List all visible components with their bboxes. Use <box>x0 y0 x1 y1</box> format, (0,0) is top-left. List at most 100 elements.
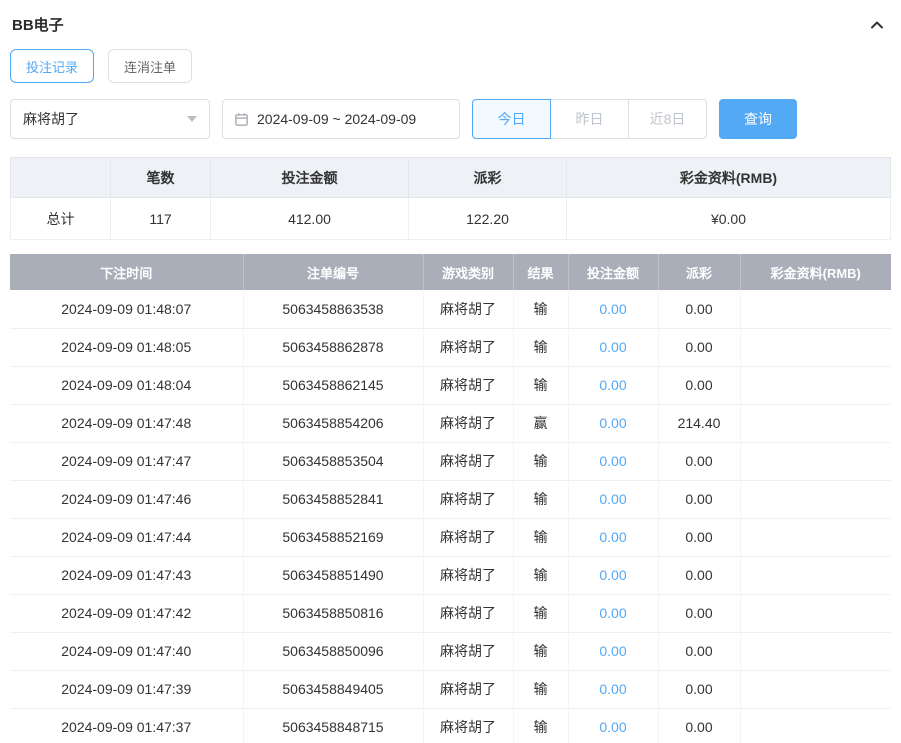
summary-total-row: 总计 117 412.00 122.20 ¥0.00 <box>10 197 891 240</box>
cell-order-no: 5063458848715 <box>243 708 424 743</box>
cell-jackpot <box>740 594 891 633</box>
col-header-bet-time: 下注时间 <box>10 254 244 290</box>
cell-bet-time: 2024-09-09 01:47:40 <box>10 632 244 671</box>
summary-header-jackpot: 彩金资料(RMB) <box>566 157 891 198</box>
bet-amount-link[interactable]: 0.00 <box>599 605 626 621</box>
col-header-payout: 派彩 <box>658 254 741 290</box>
bet-amount-link[interactable]: 0.00 <box>599 643 626 659</box>
table-row: 2024-09-09 01:47:43 5063458851490 麻将胡了 输… <box>10 556 891 595</box>
filter-bar: 麻将胡了 2024-09-09 ~ 2024-09-09 今日 昨日 近8日 查… <box>10 99 891 139</box>
bet-amount-link[interactable]: 0.00 <box>599 377 626 393</box>
tab-bet-records[interactable]: 投注记录 <box>10 49 95 83</box>
table-row: 2024-09-09 01:48:05 5063458862878 麻将胡了 输… <box>10 328 891 367</box>
cell-result: 输 <box>513 366 569 405</box>
game-select-value: 麻将胡了 <box>23 111 79 127</box>
summary-header-blank <box>10 157 111 198</box>
cell-payout: 0.00 <box>658 366 741 405</box>
cell-bet-amount: 0.00 <box>568 328 659 367</box>
bet-amount-link[interactable]: 0.00 <box>599 339 626 355</box>
cell-jackpot <box>740 480 891 519</box>
cell-payout: 0.00 <box>658 556 741 595</box>
summary-total-count: 117 <box>110 197 211 240</box>
cell-bet-time: 2024-09-09 01:47:39 <box>10 670 244 709</box>
cell-jackpot <box>740 632 891 671</box>
summary-table: 笔数 投注金额 派彩 彩金资料(RMB) 总计 117 412.00 122.2… <box>10 157 891 240</box>
table-row: 2024-09-09 01:48:04 5063458862145 麻将胡了 输… <box>10 366 891 405</box>
cell-bet-amount: 0.00 <box>568 556 659 595</box>
calendar-icon <box>234 112 249 127</box>
cell-payout: 0.00 <box>658 594 741 633</box>
col-header-result: 结果 <box>513 254 569 290</box>
summary-total-bet-amount: 412.00 <box>210 197 409 240</box>
cell-game-type: 麻将胡了 <box>423 290 514 329</box>
table-row: 2024-09-09 01:47:37 5063458848715 麻将胡了 输… <box>10 708 891 743</box>
cell-bet-amount: 0.00 <box>568 632 659 671</box>
summary-header-bet-amount: 投注金额 <box>210 157 409 198</box>
date-quick-buttons: 今日 昨日 近8日 <box>472 99 707 139</box>
cell-bet-amount: 0.00 <box>568 480 659 519</box>
quick-btn-yesterday[interactable]: 昨日 <box>550 99 629 139</box>
chevron-down-icon <box>187 116 197 122</box>
col-header-bet-amount: 投注金额 <box>568 254 659 290</box>
cell-bet-amount: 0.00 <box>568 594 659 633</box>
bet-records-panel: BB电子 投注记录 连消注单 麻将胡了 2024-09-09 ~ 2024-09… <box>0 0 901 743</box>
col-header-game-type: 游戏类别 <box>423 254 514 290</box>
cell-bet-amount: 0.00 <box>568 708 659 743</box>
cell-order-no: 5063458852169 <box>243 518 424 557</box>
cell-result: 输 <box>513 670 569 709</box>
cell-result: 输 <box>513 328 569 367</box>
table-row: 2024-09-09 01:47:48 5063458854206 麻将胡了 赢… <box>10 404 891 443</box>
cell-result: 输 <box>513 556 569 595</box>
cell-payout: 0.00 <box>658 708 741 743</box>
cell-order-no: 5063458852841 <box>243 480 424 519</box>
search-button[interactable]: 查询 <box>719 99 797 139</box>
cell-bet-amount: 0.00 <box>568 670 659 709</box>
quick-btn-today[interactable]: 今日 <box>472 99 551 139</box>
cell-game-type: 麻将胡了 <box>423 670 514 709</box>
cell-bet-amount: 0.00 <box>568 442 659 481</box>
tab-cancelled-orders[interactable]: 连消注单 <box>108 49 193 83</box>
bet-amount-link[interactable]: 0.00 <box>599 681 626 697</box>
bet-amount-link[interactable]: 0.00 <box>599 453 626 469</box>
cell-payout: 0.00 <box>658 480 741 519</box>
cell-bet-time: 2024-09-09 01:47:43 <box>10 556 244 595</box>
cell-result: 输 <box>513 518 569 557</box>
cell-bet-time: 2024-09-09 01:48:07 <box>10 290 244 329</box>
panel-header: BB电子 <box>10 10 891 49</box>
cell-result: 输 <box>513 708 569 743</box>
cell-order-no: 5063458862878 <box>243 328 424 367</box>
cell-payout: 0.00 <box>658 670 741 709</box>
quick-btn-last-8-days[interactable]: 近8日 <box>628 99 707 139</box>
date-range-input[interactable]: 2024-09-09 ~ 2024-09-09 <box>222 99 460 139</box>
game-select[interactable]: 麻将胡了 <box>10 99 210 139</box>
bet-amount-link[interactable]: 0.00 <box>599 415 626 431</box>
cell-game-type: 麻将胡了 <box>423 556 514 595</box>
summary-total-jackpot: ¥0.00 <box>566 197 891 240</box>
cell-result: 输 <box>513 442 569 481</box>
date-range-value: 2024-09-09 ~ 2024-09-09 <box>257 111 417 127</box>
cell-order-no: 5063458850816 <box>243 594 424 633</box>
bet-amount-link[interactable]: 0.00 <box>599 301 626 317</box>
cell-payout: 0.00 <box>658 290 741 329</box>
cell-game-type: 麻将胡了 <box>423 442 514 481</box>
cell-bet-amount: 0.00 <box>568 366 659 405</box>
cell-bet-time: 2024-09-09 01:47:46 <box>10 480 244 519</box>
cell-jackpot <box>740 328 891 367</box>
cell-game-type: 麻将胡了 <box>423 480 514 519</box>
cell-result: 赢 <box>513 404 569 443</box>
cell-game-type: 麻将胡了 <box>423 328 514 367</box>
table-row: 2024-09-09 01:47:40 5063458850096 麻将胡了 输… <box>10 632 891 671</box>
cell-result: 输 <box>513 290 569 329</box>
bet-amount-link[interactable]: 0.00 <box>599 491 626 507</box>
bet-amount-link[interactable]: 0.00 <box>599 529 626 545</box>
col-header-order-no: 注单编号 <box>243 254 424 290</box>
bet-amount-link[interactable]: 0.00 <box>599 719 626 735</box>
cell-game-type: 麻将胡了 <box>423 708 514 743</box>
summary-total-label: 总计 <box>10 197 111 240</box>
collapse-panel-button[interactable] <box>867 15 887 35</box>
bet-amount-link[interactable]: 0.00 <box>599 567 626 583</box>
cell-result: 输 <box>513 594 569 633</box>
bet-table-body: 2024-09-09 01:48:07 5063458863538 麻将胡了 输… <box>10 290 891 743</box>
cell-payout: 0.00 <box>658 328 741 367</box>
cell-game-type: 麻将胡了 <box>423 518 514 557</box>
